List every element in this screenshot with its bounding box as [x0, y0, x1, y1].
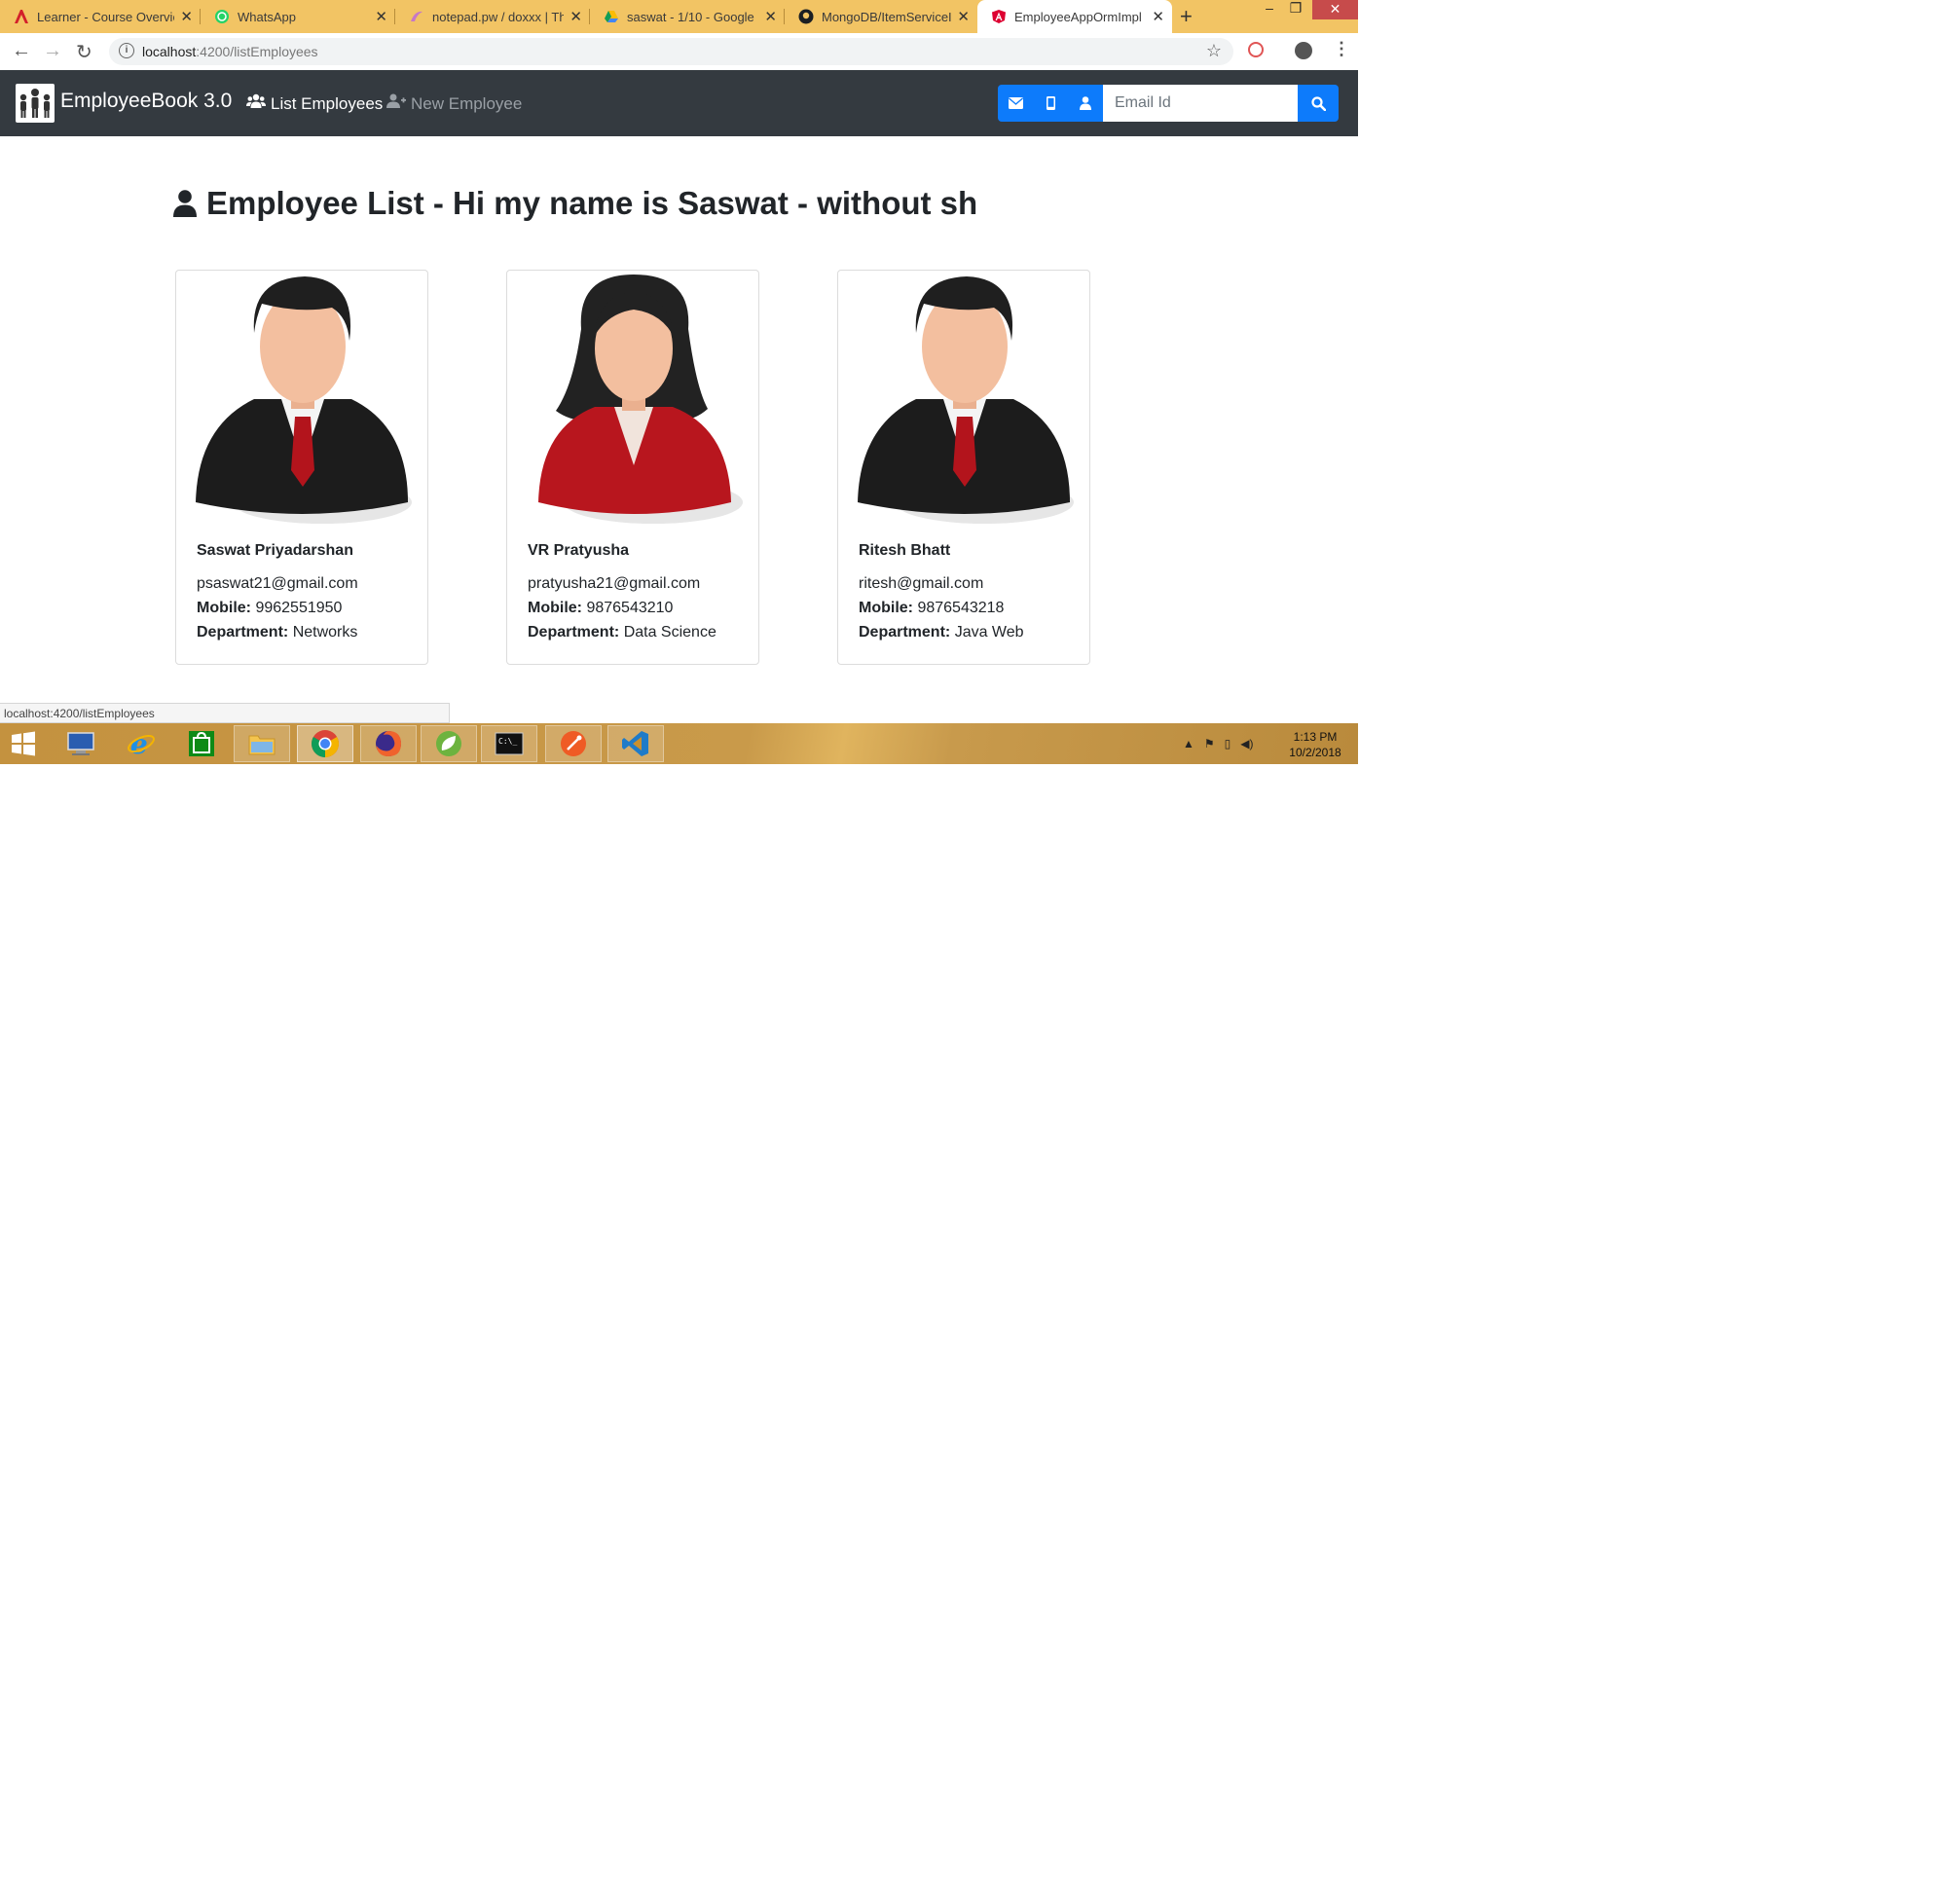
address-url: localhost:4200/listEmployees [142, 44, 318, 59]
nav-new-employee-label: New Employee [411, 93, 523, 113]
close-tab-icon[interactable]: ✕ [569, 8, 582, 25]
employee-name[interactable]: VR Pratyusha [528, 542, 629, 560]
page-title: Employee List - Hi my name is Saswat - w… [173, 185, 977, 222]
command-prompt-icon[interactable]: C:\_ [481, 725, 537, 762]
info-icon[interactable]: i [119, 43, 134, 58]
user-icon [1080, 96, 1091, 110]
svg-text:C:\_: C:\_ [498, 737, 517, 746]
show-hidden-icons-icon[interactable]: ▲ [1183, 737, 1194, 751]
forward-arrow-icon[interactable]: → [43, 40, 62, 62]
address-bar[interactable]: i localhost:4200/listEmployees ☆ [109, 38, 1233, 65]
close-tab-icon[interactable]: ✕ [764, 8, 777, 25]
tab-notepad[interactable]: notepad.pw / doxxx | The ✕ [395, 0, 590, 33]
link-status-bubble: localhost:4200/listEmployees [0, 703, 450, 723]
close-tab-icon[interactable]: ✕ [957, 8, 970, 25]
browser-tab-strip: Learner - Course Overvie ✕ WhatsApp ✕ no… [0, 0, 1358, 33]
browser-toolbar: ← → ↻ i localhost:4200/listEmployees ☆ ⋮ [0, 33, 1358, 71]
svg-text:e: e [130, 729, 148, 758]
whatsapp-icon [214, 9, 230, 24]
minimize-icon[interactable]: – [1262, 0, 1277, 19]
google-drive-icon [604, 9, 619, 24]
tab-google-drive[interactable]: saswat - 1/10 - Google D ✕ [590, 0, 785, 33]
email-filter-button[interactable] [998, 85, 1033, 122]
page-title-text: Employee List - Hi my name is Saswat - w… [206, 185, 978, 221]
action-center-flag-icon[interactable]: ⚑ [1204, 737, 1215, 751]
employee-mobile: Mobile: 9962551950 [197, 600, 343, 616]
employee-name[interactable]: Saswat Priyadarshan [197, 542, 353, 560]
nav-list-employees-label: List Employees [271, 93, 384, 113]
extension-icon[interactable] [1248, 42, 1264, 57]
male-avatar [858, 276, 1074, 524]
users-icon [246, 93, 266, 114]
battery-icon[interactable]: ▯ [1225, 737, 1231, 751]
tab-employee-app[interactable]: EmployeeAppOrmImpl ✕ [977, 0, 1172, 33]
close-tab-icon[interactable]: ✕ [1152, 8, 1164, 25]
github-icon [798, 9, 814, 24]
store-icon[interactable] [173, 725, 230, 762]
user-icon [173, 190, 197, 217]
profile-avatar-icon[interactable] [1295, 42, 1312, 59]
employee-email: psaswat21@gmail.com [197, 575, 358, 592]
windows-taskbar: e C:\_ ▲ ⚑ ▯ ◀) 1:13 PM 10/2/2018 [0, 723, 1358, 764]
nav-list-employees[interactable]: List Employees [246, 93, 383, 114]
employee-mobile: Mobile: 9876543218 [859, 600, 1005, 616]
search-button[interactable] [1298, 85, 1339, 122]
internet-explorer-icon[interactable]: e [113, 725, 169, 762]
male-avatar [196, 276, 412, 524]
restore-icon[interactable]: ❐ [1287, 0, 1304, 19]
file-explorer-icon[interactable] [234, 725, 290, 762]
nav-new-employee[interactable]: New Employee [386, 93, 522, 114]
employee-email: pratyusha21@gmail.com [528, 575, 701, 592]
user-plus-icon [386, 93, 406, 114]
brand-name[interactable]: EmployeeBook 3.0 [60, 90, 232, 113]
spring-tool-suite-icon[interactable] [421, 725, 477, 762]
employee-name[interactable]: Ritesh Bhatt [859, 542, 950, 560]
mobile-filter-button[interactable] [1033, 85, 1068, 122]
search-group [998, 85, 1339, 122]
chrome-icon[interactable] [297, 725, 353, 762]
user-filter-button[interactable] [1068, 85, 1103, 122]
taskbar-clock[interactable]: 1:13 PM 10/2/2018 [1283, 729, 1347, 760]
system-tray: ▲ ⚑ ▯ ◀) [1183, 737, 1254, 751]
tab-whatsapp[interactable]: WhatsApp ✕ [201, 0, 395, 33]
close-tab-icon[interactable]: ✕ [375, 8, 387, 25]
app-navbar: EmployeeBook 3.0 List Employees New Empl… [0, 70, 1358, 136]
angular-icon [991, 9, 1007, 24]
search-icon [1310, 95, 1326, 111]
employee-email: ritesh@gmail.com [859, 575, 984, 592]
envelope-icon [1008, 97, 1023, 109]
reload-icon[interactable]: ↻ [76, 40, 92, 64]
browser-menu-icon[interactable]: ⋮ [1333, 39, 1350, 59]
employee-department: Department: Networks [197, 624, 358, 641]
window-close-icon[interactable]: ✕ [1312, 0, 1358, 19]
clock-time: 1:13 PM [1293, 730, 1338, 744]
mobile-icon [1046, 96, 1055, 110]
employee-mobile: Mobile: 9876543210 [528, 600, 674, 616]
employee-department: Department: Data Science [528, 624, 716, 641]
windows-logo-icon [12, 731, 35, 756]
start-button[interactable] [0, 725, 47, 762]
tab-learner[interactable]: Learner - Course Overvie ✕ [0, 0, 201, 33]
postman-icon[interactable] [545, 725, 602, 762]
brand-logo-icon[interactable] [16, 84, 55, 123]
employee-card[interactable]: Ritesh Bhatt ritesh@gmail.com Mobile: 98… [837, 270, 1090, 665]
new-tab-button[interactable]: + [1180, 4, 1193, 29]
employee-card[interactable]: VR Pratyusha pratyusha21@gmail.com Mobil… [506, 270, 759, 665]
email-search-input[interactable] [1103, 85, 1298, 122]
acrobat-icon [14, 9, 29, 24]
notepad-icon [409, 9, 424, 24]
close-tab-icon[interactable]: ✕ [180, 8, 193, 25]
employee-department: Department: Java Web [859, 624, 1024, 641]
tab-github[interactable]: MongoDB/ItemServiceIn ✕ [785, 0, 977, 33]
back-arrow-icon[interactable]: ← [12, 40, 31, 62]
remote-desktop-icon[interactable] [53, 725, 109, 762]
vscode-icon[interactable] [607, 725, 664, 762]
bookmark-star-icon[interactable]: ☆ [1206, 41, 1222, 61]
firefox-icon[interactable] [360, 725, 417, 762]
clock-date: 10/2/2018 [1289, 746, 1341, 759]
employee-card[interactable]: Saswat Priyadarshan psaswat21@gmail.com … [175, 270, 428, 665]
female-avatar [538, 275, 743, 524]
volume-icon[interactable]: ◀) [1240, 737, 1253, 751]
